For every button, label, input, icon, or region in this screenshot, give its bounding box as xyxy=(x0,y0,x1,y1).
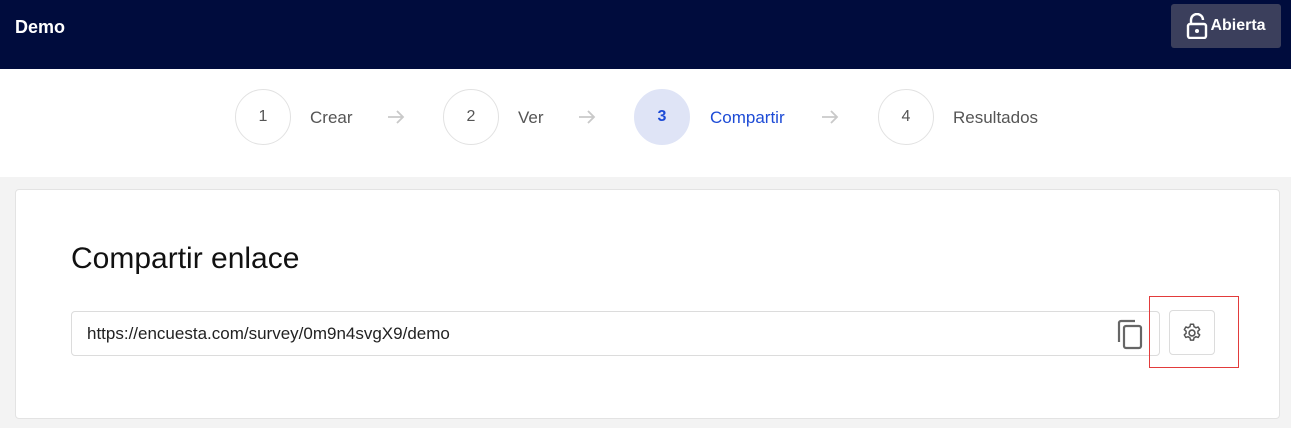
share-url-field[interactable]: https://encuesta.com/survey/0m9n4svgX9/d… xyxy=(71,311,1160,356)
step-2-number[interactable]: 2 xyxy=(443,89,499,145)
step-4-number[interactable]: 4 xyxy=(878,89,934,145)
step-3-label[interactable]: Compartir xyxy=(710,107,785,129)
stepper: 1 Crear 2 Ver 3 Compartir 4 Resultados xyxy=(0,69,1291,177)
arrow-right-icon xyxy=(577,107,597,127)
copy-icon[interactable] xyxy=(1115,319,1145,351)
gear-icon xyxy=(1181,322,1203,344)
step-1-number[interactable]: 1 xyxy=(235,89,291,145)
share-url-text[interactable]: https://encuesta.com/survey/0m9n4svgX9/d… xyxy=(87,324,450,344)
link-settings-button[interactable] xyxy=(1169,310,1215,355)
app-title: Demo xyxy=(15,17,66,37)
share-link-card: Compartir enlace https://encuesta.com/su… xyxy=(15,189,1280,419)
top-bar: Demo Abierta xyxy=(0,0,1291,69)
step-2-label[interactable]: Ver xyxy=(518,107,544,129)
survey-status-label: Abierta xyxy=(1210,17,1266,34)
step-3-number[interactable]: 3 xyxy=(634,89,690,145)
unlock-icon xyxy=(1186,13,1208,39)
arrow-right-icon xyxy=(820,107,840,127)
step-4-label[interactable]: Resultados xyxy=(953,107,1038,129)
survey-status-button[interactable]: Abierta xyxy=(1171,4,1281,48)
share-link-title: Compartir enlace xyxy=(71,242,300,275)
step-1-label[interactable]: Crear xyxy=(310,107,353,129)
arrow-right-icon xyxy=(386,107,406,127)
